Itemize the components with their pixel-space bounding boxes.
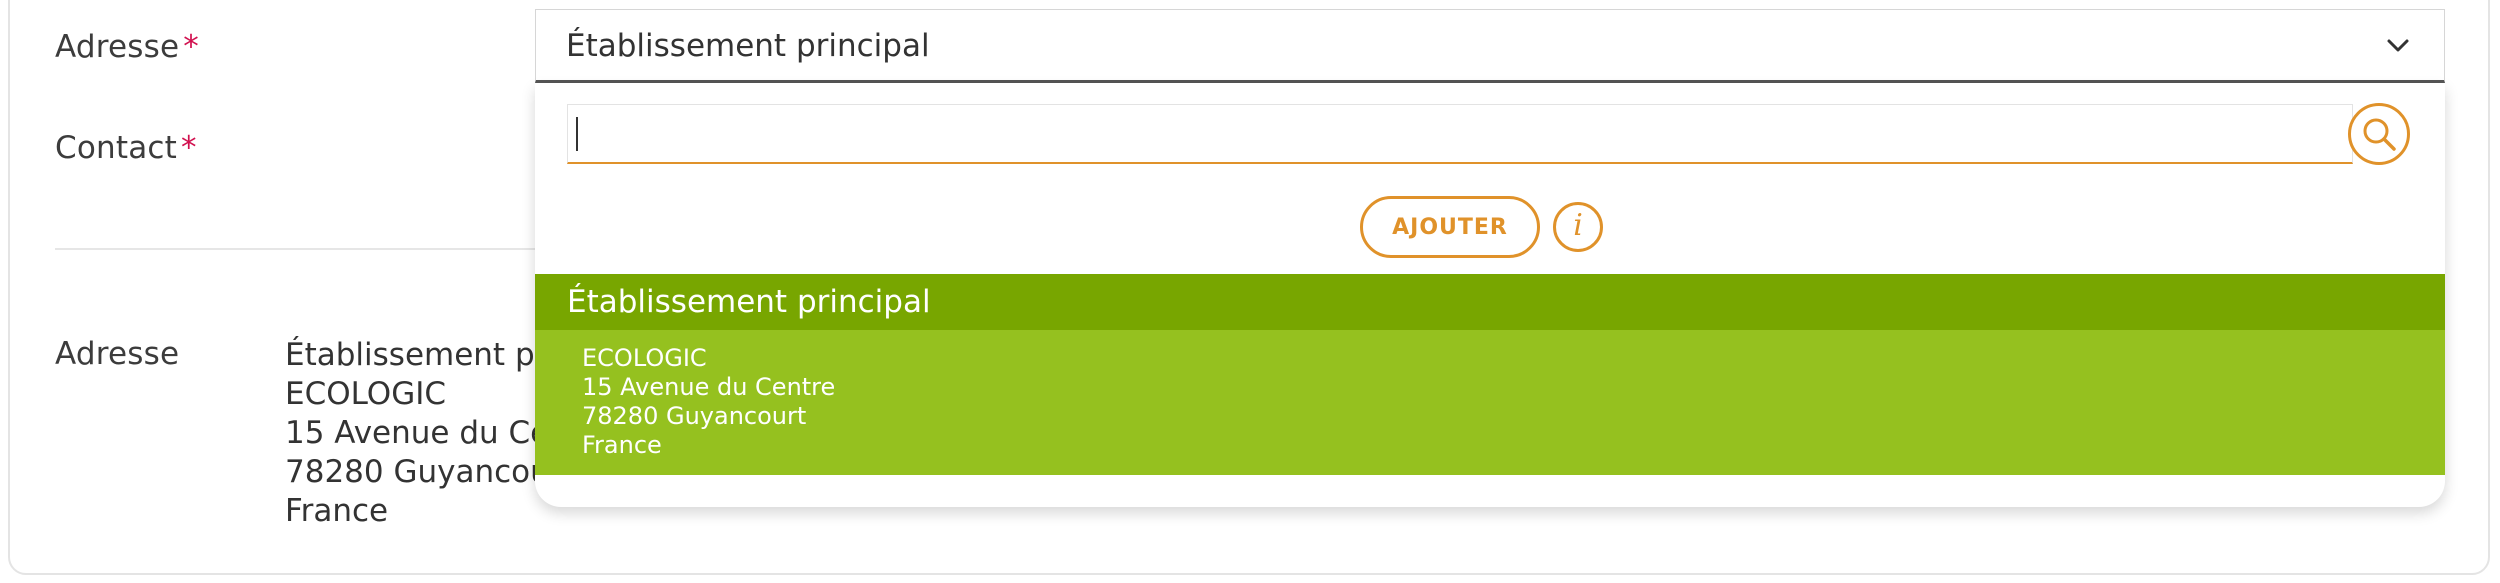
option-line: France: [582, 431, 662, 459]
adresse-field-label: Adresse *: [55, 29, 199, 65]
search-button[interactable]: [2348, 103, 2410, 165]
option-line: ECOLOGIC: [582, 344, 707, 372]
contact-label-text: Contact: [55, 130, 178, 166]
summary-adresse-label: Adresse: [55, 336, 180, 372]
summary-line: 15 Avenue du Centre: [285, 415, 535, 451]
dropdown-option[interactable]: ECOLOGIC 15 Avenue du Centre 78280 Guyan…: [535, 330, 2445, 475]
adresse-label-text: Adresse: [55, 29, 180, 65]
adresse-select[interactable]: Établissement principal: [535, 9, 2445, 83]
info-glyph: i: [1573, 208, 1583, 243]
dropdown-search-input[interactable]: [567, 104, 2353, 164]
section-divider: [55, 248, 535, 250]
summary-line: France: [285, 493, 389, 529]
summary-line: 78280 Guyancourt: [285, 454, 535, 490]
summary-line: ECOLOGIC: [285, 376, 447, 412]
option-line: 78280 Guyancourt: [582, 402, 807, 430]
info-icon[interactable]: i: [1553, 202, 1603, 252]
contact-field-label: Contact *: [55, 130, 197, 166]
option-group-header: Établissement principal: [535, 274, 2445, 330]
required-marker: *: [181, 130, 197, 166]
search-icon: [2363, 118, 2396, 151]
text-caret: [576, 117, 578, 151]
required-marker: *: [183, 29, 199, 65]
summary-line: Établissement principal: [285, 337, 535, 373]
summary-address: Établissement principal ECOLOGIC 15 Aven…: [285, 336, 535, 531]
select-value: Établissement principal: [566, 28, 930, 64]
option-line: 15 Avenue du Centre: [582, 373, 836, 401]
chevron-down-icon[interactable]: [2384, 32, 2412, 60]
add-button[interactable]: AJOUTER: [1360, 196, 1540, 258]
select-dropdown: AJOUTER i Établissement principal ECOLOG…: [535, 83, 2445, 507]
